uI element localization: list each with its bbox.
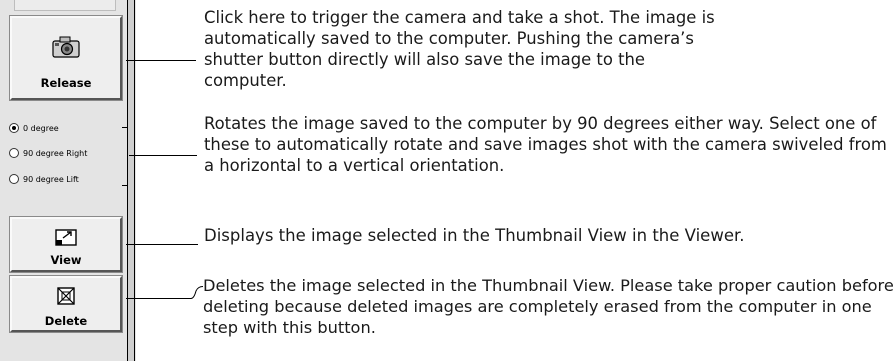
delete-callout-line: [126, 298, 188, 299]
panel-divider: [134, 0, 135, 361]
delete-icon: [57, 287, 75, 305]
delete-button[interactable]: Delete: [10, 276, 122, 332]
view-description: Displays the image selected in the Thumb…: [204, 226, 745, 245]
view-button[interactable]: View: [10, 217, 122, 272]
radio-90-degree-lift[interactable]: 90 degree Lift: [9, 172, 79, 186]
radio-label: 0 degree: [23, 123, 59, 133]
view-callout-line: [126, 244, 198, 245]
rotation-callout-line: [129, 155, 197, 156]
release-callout-line: [126, 60, 196, 61]
camera-icon: [52, 36, 80, 58]
rotation-description: Rotates the image saved to the computer …: [204, 114, 887, 175]
radio-90-degree-right[interactable]: 90 degree Right: [9, 146, 87, 160]
release-description: Click here to trigger the camera and tak…: [204, 8, 715, 90]
radio-indicator[interactable]: [9, 123, 19, 133]
delete-label: Delete: [44, 314, 88, 328]
radio-0-degree[interactable]: 0 degree: [9, 121, 59, 135]
delete-callout-hook: [186, 286, 204, 299]
panel-divider: [127, 0, 128, 361]
radio-indicator[interactable]: [9, 148, 19, 158]
view-icon: [55, 229, 77, 246]
radio-indicator[interactable]: [9, 174, 19, 184]
radio-label: 90 degree Lift: [23, 174, 79, 184]
release-label: Release: [40, 76, 92, 90]
panel-top-tab: [14, 0, 116, 11]
release-button[interactable]: Release: [10, 16, 122, 100]
control-panel: Release 0 degree 90 degree Right 90 degr…: [0, 0, 136, 361]
view-label: View: [50, 253, 82, 267]
delete-description: Deletes the image selected in the Thumbn…: [203, 276, 894, 337]
radio-label: 90 degree Right: [23, 148, 88, 158]
